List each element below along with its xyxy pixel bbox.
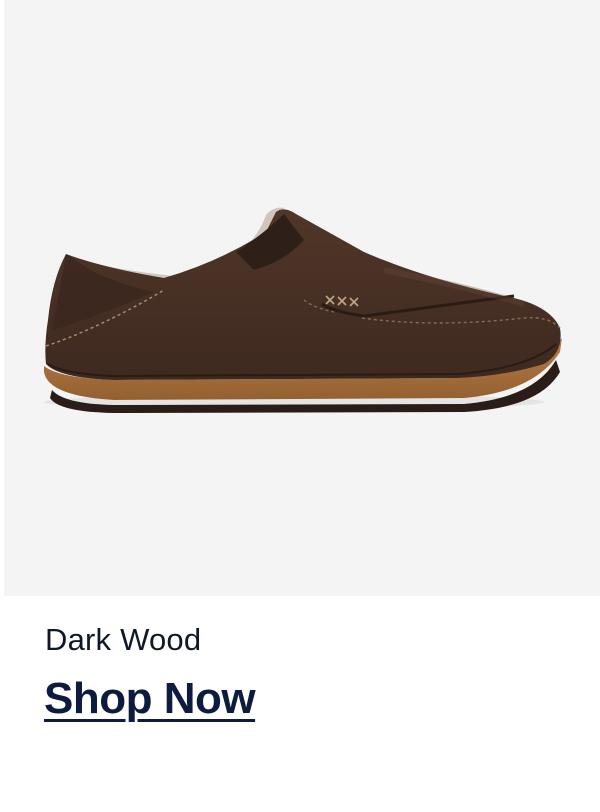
product-image[interactable]: [4, 0, 600, 596]
shoe-illustration: [44, 207, 562, 413]
product-card[interactable]: Dark Wood Shop Now: [0, 0, 600, 812]
shop-now-link[interactable]: Shop Now: [44, 672, 256, 726]
color-name-label: Dark Wood: [45, 622, 202, 657]
